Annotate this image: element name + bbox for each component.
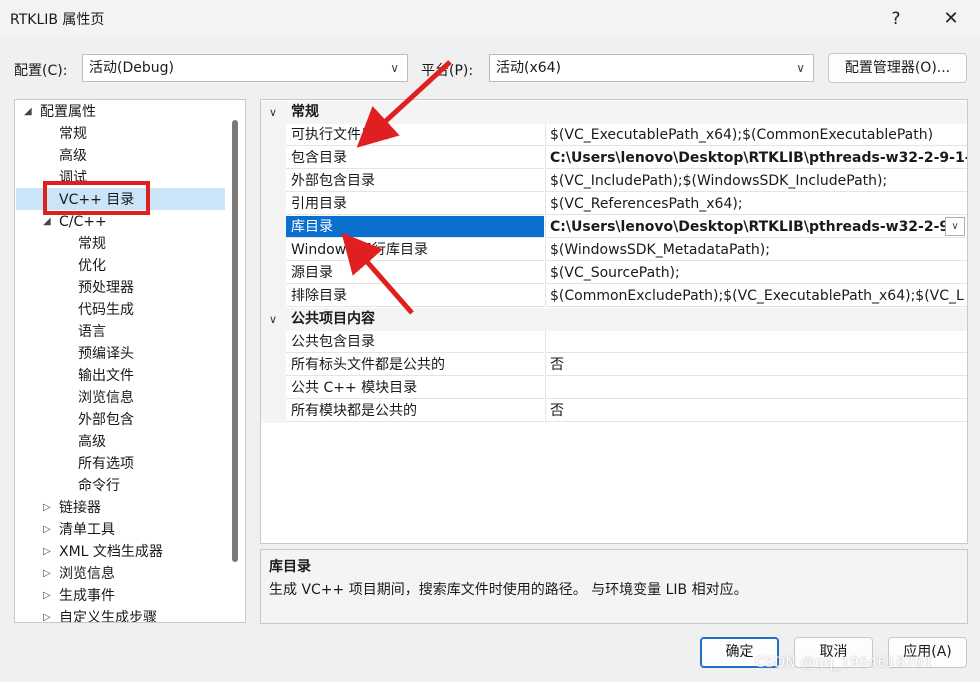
arrow-to-include-dir: [356, 60, 452, 148]
annotation-arrows: [341, 60, 452, 315]
watermark: CSDN @qq_1964618701: [755, 655, 933, 671]
arrow-to-lib-dir: [341, 232, 414, 315]
